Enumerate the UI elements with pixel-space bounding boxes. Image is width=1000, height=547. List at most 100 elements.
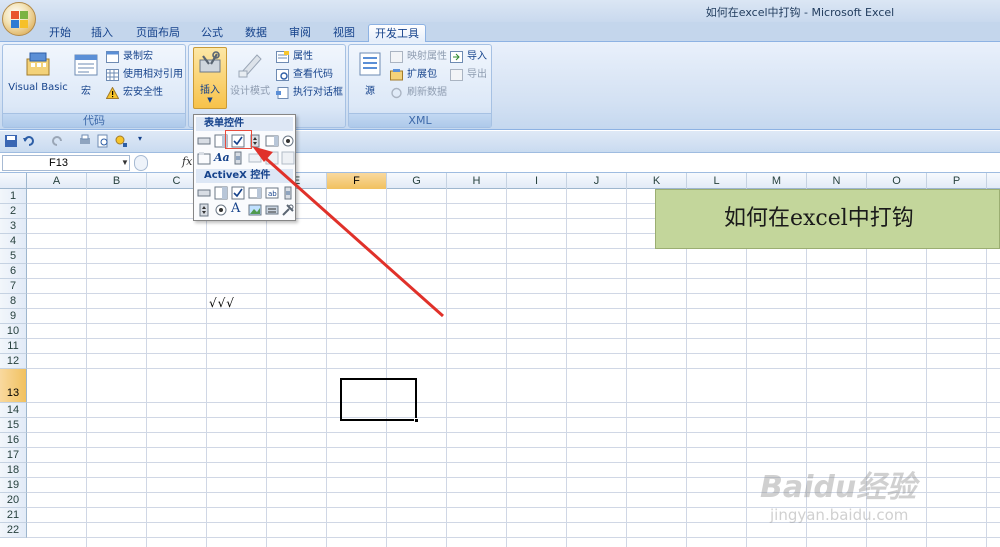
row-header-7[interactable]: 7 xyxy=(0,279,27,294)
column-header-p[interactable]: P xyxy=(927,173,987,189)
refresh-data-button[interactable]: 刷新数据 xyxy=(389,85,447,101)
activex-label-icon[interactable]: A xyxy=(231,201,245,216)
insert-function-icon[interactable]: fx xyxy=(182,155,192,168)
xml-source-button[interactable]: 源 xyxy=(353,49,387,97)
text-field-control-icon[interactable] xyxy=(248,151,262,165)
map-properties-button[interactable]: 映射属性 xyxy=(389,49,447,65)
view-code-button[interactable]: 查看代码 xyxy=(275,67,333,83)
option-button-control-icon[interactable] xyxy=(281,134,295,148)
row-header-19[interactable]: 19 xyxy=(0,478,27,493)
activex-option-button-icon[interactable] xyxy=(214,203,228,217)
activex-checkbox-icon[interactable] xyxy=(231,186,245,200)
tab-review[interactable]: 审阅 xyxy=(282,24,318,42)
activex-text-box-icon[interactable]: ab xyxy=(265,186,279,200)
select-all-button[interactable] xyxy=(0,173,27,189)
row-header-3[interactable]: 3 xyxy=(0,219,27,234)
row-header-16[interactable]: 16 xyxy=(0,433,27,448)
formula-input[interactable] xyxy=(198,155,998,171)
tab-developer[interactable]: 开发工具 xyxy=(368,24,426,43)
insert-control-button[interactable]: 插入 ▼ xyxy=(193,47,227,109)
row-header-13[interactable]: 13 xyxy=(0,369,27,403)
activex-scroll-bar-icon[interactable] xyxy=(281,186,295,200)
run-dialog-button[interactable]: 执行对话框 xyxy=(275,85,343,101)
list-box-control-icon[interactable] xyxy=(265,134,279,148)
tab-data[interactable]: 数据 xyxy=(238,24,274,42)
row-header-18[interactable]: 18 xyxy=(0,463,27,478)
quick-print-icon[interactable] xyxy=(78,134,92,148)
column-header-n[interactable]: N xyxy=(807,173,867,189)
row-header-15[interactable]: 15 xyxy=(0,418,27,433)
tab-home[interactable]: 开始 xyxy=(42,24,78,42)
row-header-9[interactable]: 9 xyxy=(0,309,27,324)
column-header-i[interactable]: I xyxy=(507,173,567,189)
properties-label: 属性 xyxy=(293,51,313,62)
tab-view[interactable]: 视图 xyxy=(326,24,362,42)
name-box-dropdown-icon[interactable]: ▼ xyxy=(121,156,129,170)
row-header-12[interactable]: 12 xyxy=(0,354,27,369)
macros-button[interactable]: 宏 xyxy=(71,49,101,97)
row-header-6[interactable]: 6 xyxy=(0,264,27,279)
column-header-g[interactable]: G xyxy=(387,173,447,189)
refresh-icon xyxy=(391,87,402,99)
column-header-a[interactable]: A xyxy=(27,173,87,189)
record-macro-button[interactable]: 录制宏 xyxy=(105,49,153,65)
save-icon[interactable] xyxy=(4,134,18,148)
activex-image-icon[interactable] xyxy=(248,203,262,217)
active-cell-f13[interactable] xyxy=(340,378,419,423)
row-header-11[interactable]: 11 xyxy=(0,339,27,354)
combo-dropdown-edit-control-icon[interactable] xyxy=(281,151,295,165)
row-header-14[interactable]: 14 xyxy=(0,403,27,418)
redo-icon[interactable] xyxy=(50,134,64,148)
print-preview-icon[interactable] xyxy=(96,134,110,148)
row-header-1[interactable]: 1 xyxy=(0,189,27,204)
group-box-control-icon[interactable] xyxy=(197,151,211,165)
formula-bar-expander-icon[interactable] xyxy=(134,155,148,171)
row-header-10[interactable]: 10 xyxy=(0,324,27,339)
tab-insert[interactable]: 插入 xyxy=(84,24,120,42)
title-banner-cell[interactable]: 如何在excel中打钩 xyxy=(655,189,1000,249)
fill-handle[interactable] xyxy=(414,418,419,423)
row-header-21[interactable]: 21 xyxy=(0,508,27,523)
expansion-packs-button[interactable]: 扩展包 xyxy=(389,67,437,83)
office-button[interactable] xyxy=(2,2,36,36)
column-header-l[interactable]: L xyxy=(687,173,747,189)
activex-command-button-icon[interactable] xyxy=(197,186,211,200)
design-mode-button[interactable]: 设计模式 xyxy=(229,49,271,97)
spelling-icon[interactable] xyxy=(114,134,128,148)
xml-export-button[interactable]: 导出 xyxy=(449,67,487,83)
activex-combo-box-icon[interactable] xyxy=(214,186,228,200)
scroll-bar-control-icon[interactable] xyxy=(231,151,245,165)
column-header-o[interactable]: O xyxy=(867,173,927,189)
relative-reference-button[interactable]: 使用相对引用 xyxy=(105,67,183,83)
checkmark-cell-text[interactable]: √√√ xyxy=(209,296,235,310)
column-header-k[interactable]: K xyxy=(627,173,687,189)
row-header-4[interactable]: 4 xyxy=(0,234,27,249)
row-header-8[interactable]: 8 xyxy=(0,294,27,309)
column-header-j[interactable]: J xyxy=(567,173,627,189)
xml-import-button[interactable]: 导入 xyxy=(449,49,487,65)
customize-toolbar-icon[interactable]: ▾ xyxy=(138,134,152,148)
properties-button[interactable]: 属性 xyxy=(275,49,313,65)
activex-toggle-button-icon[interactable] xyxy=(265,203,279,217)
activex-spin-button-icon[interactable] xyxy=(197,203,211,217)
column-header-b[interactable]: B xyxy=(87,173,147,189)
row-header-17[interactable]: 17 xyxy=(0,448,27,463)
tab-page-layout[interactable]: 页面布局 xyxy=(130,24,186,42)
button-control-icon[interactable] xyxy=(197,134,211,148)
tab-formulas[interactable]: 公式 xyxy=(194,24,230,42)
activex-list-box-icon[interactable] xyxy=(248,186,262,200)
undo-icon[interactable] xyxy=(22,134,36,148)
column-header-h[interactable]: H xyxy=(447,173,507,189)
combo-list-edit-control-icon[interactable] xyxy=(265,151,279,165)
name-box[interactable]: F13 ▼ xyxy=(2,155,130,171)
column-header-f[interactable]: F xyxy=(327,173,387,189)
row-header-5[interactable]: 5 xyxy=(0,249,27,264)
column-header-m[interactable]: M xyxy=(747,173,807,189)
visual-basic-button[interactable]: Visual Basic xyxy=(5,49,71,93)
macro-security-button[interactable]: 宏安全性 xyxy=(105,85,163,101)
row-header-22[interactable]: 22 xyxy=(0,523,27,538)
row-header-2[interactable]: 2 xyxy=(0,204,27,219)
row-header-20[interactable]: 20 xyxy=(0,493,27,508)
label-control-icon[interactable]: Aa xyxy=(214,151,230,165)
more-controls-icon[interactable] xyxy=(281,203,295,217)
